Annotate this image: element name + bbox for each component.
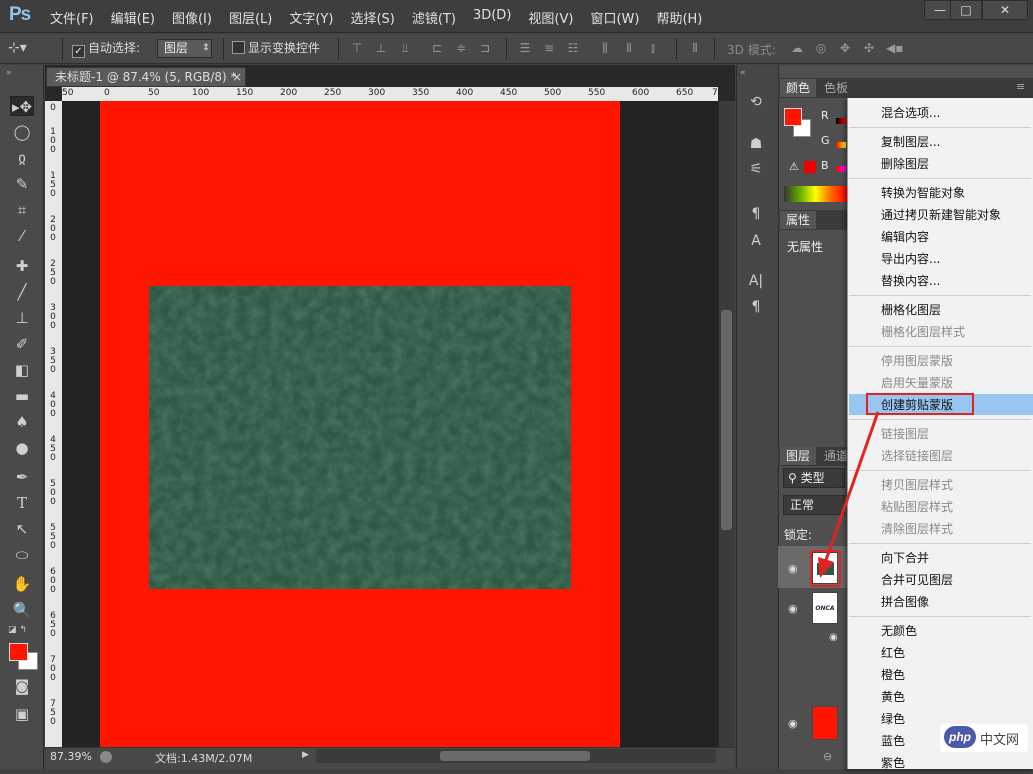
watermark-text: 中文网 xyxy=(980,733,1020,748)
annotation-arrow xyxy=(810,411,880,587)
watermark-logo: php xyxy=(944,726,976,748)
watermark: php 中文网 xyxy=(940,724,1028,752)
